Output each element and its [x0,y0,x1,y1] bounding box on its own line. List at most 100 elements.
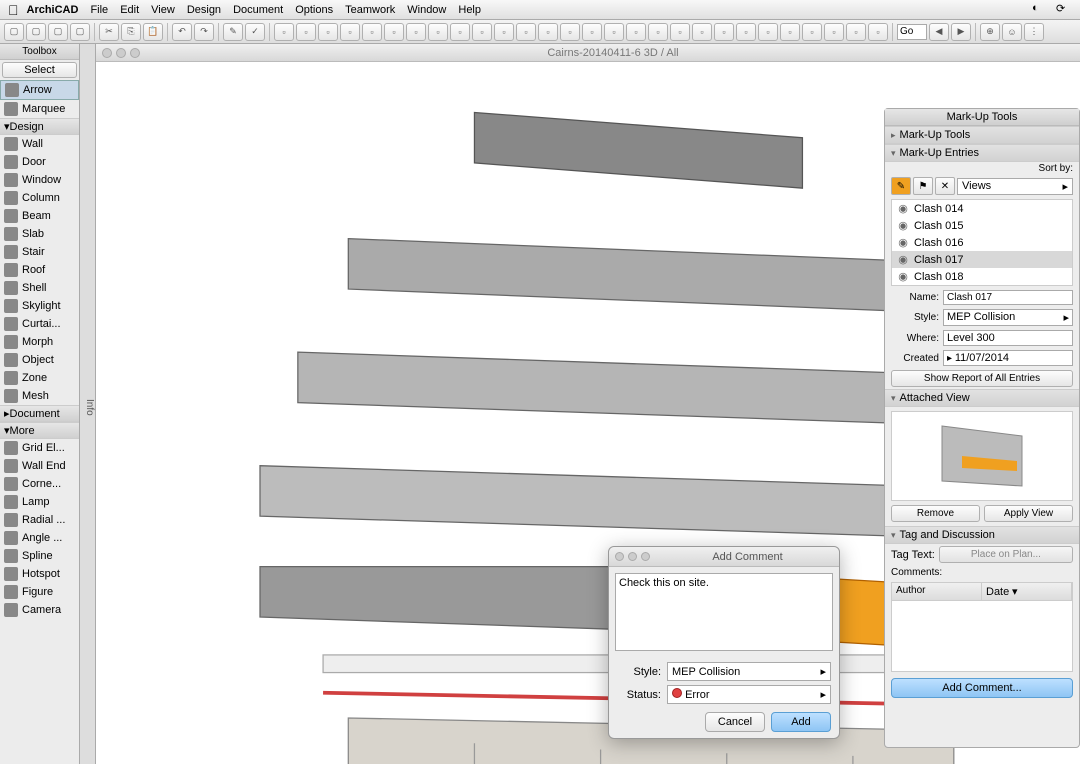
tool-door[interactable]: Door [0,153,79,171]
place-on-plan-button[interactable]: Place on Plan... [939,546,1073,563]
menu-file[interactable]: File [90,4,108,16]
toolbar-btn[interactable]: ▫ [318,23,338,41]
tool-corner[interactable]: Corne... [0,475,79,493]
app-name[interactable]: ArchiCAD [27,4,79,16]
toolbar-btn[interactable]: ▫ [274,23,294,41]
apple-icon[interactable]:  [8,2,19,18]
toolbar-btn[interactable]: ▫ [450,23,470,41]
style-dropdown[interactable]: MEP Collision ▸ [943,309,1073,326]
toolbar-btn[interactable]: ▫ [516,23,536,41]
entry-item[interactable]: ◉Clash 014 [892,200,1072,217]
go-prev-icon[interactable]: ◀ [929,23,949,41]
toolbar-btn[interactable]: ▫ [692,23,712,41]
toolbar-copy-icon[interactable]: ⎘ [121,23,141,41]
info-tab[interactable]: Info [80,44,96,764]
toolbar-btn[interactable]: ▫ [868,23,888,41]
minimize-icon[interactable] [628,552,637,561]
toolbar-btn[interactable]: ▫ [538,23,558,41]
entry-item-selected[interactable]: ◉Clash 017 [892,251,1072,268]
zoom-icon[interactable] [641,552,650,561]
attached-view-section[interactable]: ▾Attached View [885,389,1079,407]
tool-camera[interactable]: Camera [0,601,79,619]
toolbar-btn[interactable]: ▫ [714,23,734,41]
tool-angle[interactable]: Angle ... [0,529,79,547]
tool-radial[interactable]: Radial ... [0,511,79,529]
go-next-icon[interactable]: ▶ [951,23,971,41]
toolbar-btn[interactable]: ▫ [648,23,668,41]
toolbar-btn[interactable]: ▫ [604,23,624,41]
eye-icon[interactable]: ◉ [896,202,910,215]
menu-help[interactable]: Help [458,4,481,16]
tool-curtain[interactable]: Curtai... [0,315,79,333]
tool-roof[interactable]: Roof [0,261,79,279]
tool-lamp[interactable]: Lamp [0,493,79,511]
toolbar-btn[interactable]: ▫ [472,23,492,41]
toolbar-btn[interactable]: ▫ [494,23,514,41]
entry-item[interactable]: ◉Clash 016 [892,234,1072,251]
toolbar-btn[interactable]: ▫ [340,23,360,41]
toolbar-btn[interactable]: ⊕ [980,23,1000,41]
tool-mesh[interactable]: Mesh [0,387,79,405]
tool-zone[interactable]: Zone [0,369,79,387]
views-dropdown[interactable]: Views▸ [957,178,1073,195]
menu-options[interactable]: Options [295,4,333,16]
comment-textarea[interactable]: Check this on site. [615,573,833,651]
tag-discussion-section[interactable]: ▾Tag and Discussion [885,526,1079,544]
toolbar-btn[interactable]: ▫ [296,23,316,41]
toolbar-btn[interactable]: ▫ [428,23,448,41]
eye-icon[interactable]: ◉ [896,270,910,283]
zoom-icon[interactable] [130,48,140,58]
tool-wall-end[interactable]: Wall End [0,457,79,475]
menu-view[interactable]: View [151,4,175,16]
add-button[interactable]: Add [771,712,831,732]
tool-window[interactable]: Window [0,171,79,189]
menu-document[interactable]: Document [233,4,283,16]
tool-stair[interactable]: Stair [0,243,79,261]
design-section[interactable]: ▾Design [0,118,79,135]
dialog-titlebar[interactable]: Add Comment [609,547,839,567]
view-thumbnail[interactable] [891,411,1073,501]
markup-tools-section[interactable]: ▸Mark-Up Tools [885,126,1079,144]
tool-morph[interactable]: Morph [0,333,79,351]
toolbar-btn[interactable]: ▫ [384,23,404,41]
toolbar-btn[interactable]: ▫ [846,23,866,41]
minimize-icon[interactable] [116,48,126,58]
toolbar-btn[interactable]: ▫ [406,23,426,41]
go-field[interactable] [897,24,927,40]
menu-edit[interactable]: Edit [120,4,139,16]
status-icon-1[interactable]: ◐ [1032,2,1048,18]
tool-shell[interactable]: Shell [0,279,79,297]
show-report-button[interactable]: Show Report of All Entries [891,370,1073,387]
toolbar-btn[interactable]: ▢ [48,23,68,41]
close-icon[interactable] [102,48,112,58]
tool-object[interactable]: Object [0,351,79,369]
toolbar-btn[interactable]: ▫ [560,23,580,41]
close-icon[interactable] [615,552,624,561]
toolbar-undo-icon[interactable]: ↶ [172,23,192,41]
apply-view-button[interactable]: Apply View [984,505,1073,522]
toolbar-btn[interactable]: ▫ [362,23,382,41]
toolbar-redo-icon[interactable]: ↷ [194,23,214,41]
add-comment-button[interactable]: Add Comment... [891,678,1073,698]
tool-figure[interactable]: Figure [0,583,79,601]
markup-icon-2[interactable]: ⚑ [913,177,933,195]
eye-icon[interactable]: ◉ [896,253,910,266]
toolbar-btn[interactable]: ▫ [626,23,646,41]
toolbar-btn[interactable]: ▢ [70,23,90,41]
status-icon-2[interactable]: ⟳ [1056,2,1072,18]
tool-slab[interactable]: Slab [0,225,79,243]
markup-icon-1[interactable]: ✎ [891,177,911,195]
eye-icon[interactable]: ◉ [896,236,910,249]
more-section[interactable]: ▾More [0,422,79,439]
menu-design[interactable]: Design [187,4,221,16]
select-button[interactable]: Select [2,62,77,78]
toolbar-person-icon[interactable]: ☺ [1002,23,1022,41]
markup-entries-section[interactable]: ▾Mark-Up Entries [885,144,1079,162]
eye-icon[interactable]: ◉ [896,219,910,232]
tool-grid[interactable]: Grid El... [0,439,79,457]
remove-button[interactable]: Remove [891,505,980,522]
tool-spline[interactable]: Spline [0,547,79,565]
where-field[interactable]: Level 300 [943,330,1073,346]
toolbar-btn[interactable]: ▢ [26,23,46,41]
th-author[interactable]: Author [892,583,982,600]
